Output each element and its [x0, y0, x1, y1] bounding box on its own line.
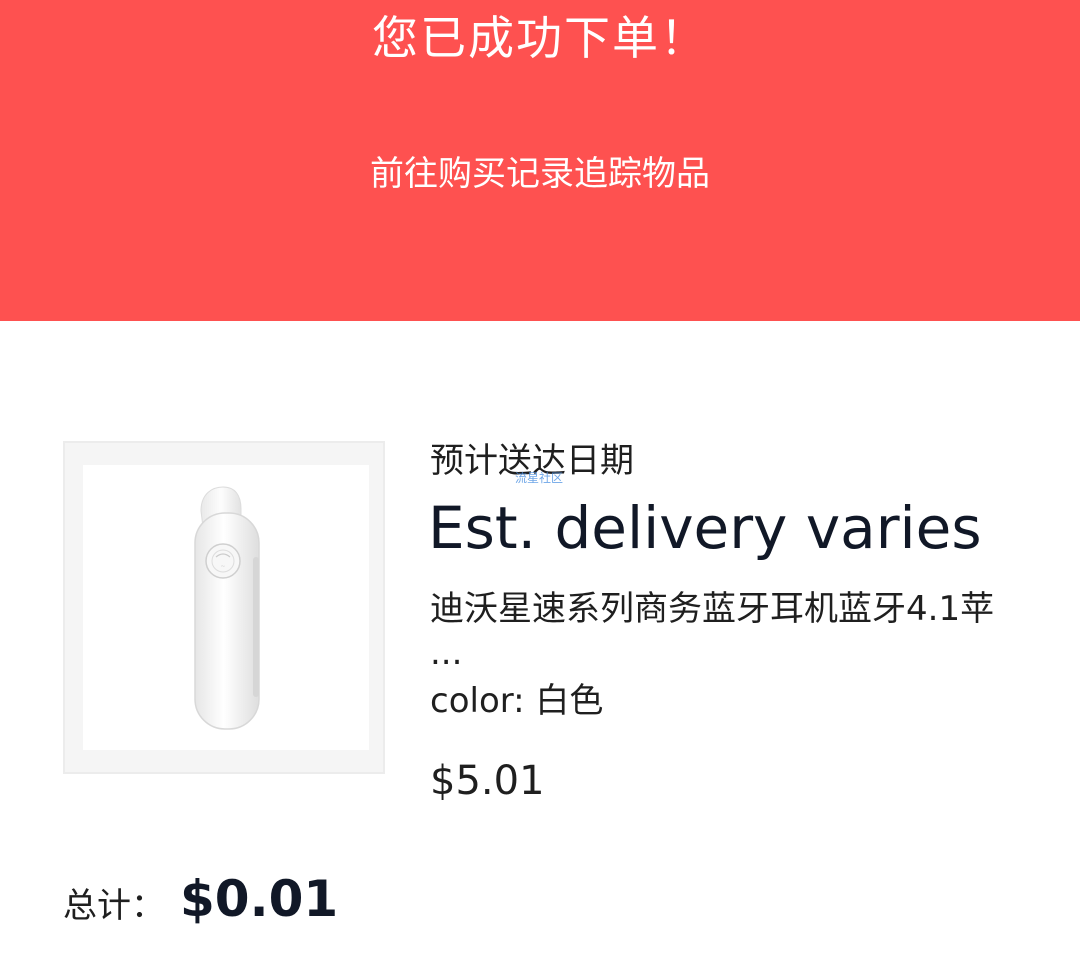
view-purchase-history-link[interactable]: 前往购买记录追踪物品 [0, 150, 1080, 198]
order-total-value: $0.01 [180, 870, 339, 928]
product-image-canvas: ~ [83, 465, 369, 750]
order-total-label: 总计： [63, 886, 165, 926]
svg-text:~: ~ [220, 563, 225, 570]
product-title[interactable]: 迪沃星速系列商务蓝牙耳机蓝牙4.1苹 [430, 585, 1030, 633]
bluetooth-earpiece-icon: ~ [194, 486, 260, 730]
product-price: $5.01 [430, 758, 545, 804]
product-variant: color: 白色 [430, 681, 604, 721]
estimated-delivery-value: Est. delivery varies [428, 494, 982, 562]
product-image[interactable]: ~ [63, 441, 385, 774]
product-title-overflow: ... [430, 633, 463, 673]
watermark-text: 流星社区 [515, 471, 564, 485]
order-success-banner: 您已成功下单！ 前往购买记录追踪物品 [0, 0, 1080, 321]
order-success-title: 您已成功下单！ [372, 11, 708, 65]
